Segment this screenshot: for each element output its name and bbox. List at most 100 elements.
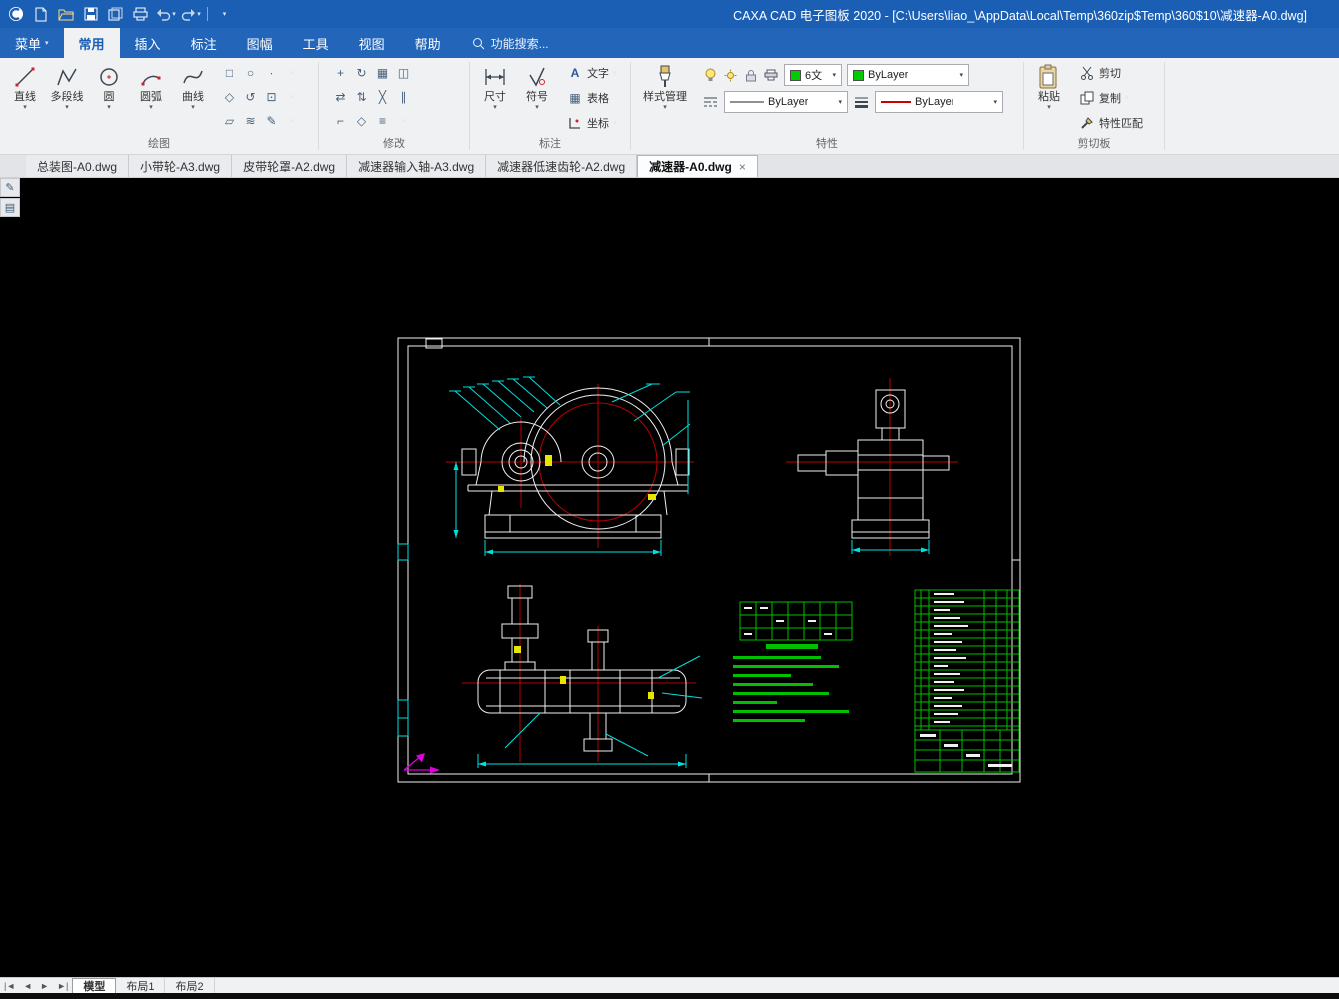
revolve-tool-icon[interactable]: ↺: [241, 87, 261, 107]
linetype-select[interactable]: ByLayer ▾: [724, 91, 848, 113]
match-properties-button[interactable]: 特性匹配: [1074, 111, 1148, 135]
explode-tool-icon[interactable]: ◇: [352, 111, 372, 131]
undo-icon[interactable]: ▾: [154, 4, 177, 25]
polygon-tool-icon[interactable]: ◇: [220, 87, 240, 107]
hatch-tool-icon[interactable]: ≋: [241, 111, 261, 131]
tab-annotate[interactable]: 标注: [176, 28, 232, 58]
ellipse-tool-icon[interactable]: ○: [241, 63, 261, 83]
lineweight-value: ByLayer: [915, 96, 953, 108]
customize-quick-access-icon[interactable]: ▾: [213, 4, 236, 25]
symbol-tool-button[interactable]: 符号 ▾: [517, 61, 557, 112]
region-tool-icon[interactable]: ⊡: [262, 87, 282, 107]
arc-tool-button[interactable]: 圆弧 ▾: [131, 61, 171, 112]
layer-freeze-sun-icon[interactable]: [722, 67, 739, 84]
new-file-icon[interactable]: [29, 4, 52, 25]
front-view: [446, 376, 694, 556]
print-icon[interactable]: [129, 4, 152, 25]
style-manager-button[interactable]: 样式管理 ▾: [636, 61, 694, 112]
circle-tool-button[interactable]: 圆 ▾: [89, 61, 129, 112]
prev-layout-nav-icon[interactable]: ◄: [19, 978, 36, 993]
move-tool-icon[interactable]: +: [331, 63, 351, 83]
linetype-style-icon[interactable]: [702, 94, 719, 111]
copy-button[interactable]: 复制 ▾: [1074, 86, 1148, 110]
rotate-tool-icon[interactable]: ↻: [352, 63, 372, 83]
lineweight-style-icon[interactable]: [853, 94, 870, 111]
scale-tool-icon[interactable]: ⇅: [352, 87, 372, 107]
toolbar-separator: [207, 7, 208, 21]
drawing-canvas[interactable]: ✎ ▤: [0, 178, 1339, 977]
redo-icon[interactable]: ▾: [179, 4, 202, 25]
array-tool-icon[interactable]: ▦: [373, 63, 393, 83]
tab-view[interactable]: 视图: [344, 28, 400, 58]
text-tool-button[interactable]: A 文字 ▾: [562, 61, 622, 85]
tab-insert[interactable]: 插入: [120, 28, 176, 58]
more-draw-tools-icon[interactable]: ▾: [283, 63, 303, 83]
doc-tab-small-pulley[interactable]: 小带轮-A3.dwg: [129, 155, 233, 177]
chevron-down-icon: ▾: [838, 99, 842, 106]
layer-state-icons: [702, 67, 779, 84]
layer-select[interactable]: 6文 ▾: [784, 64, 842, 86]
coordinate-tool-button[interactable]: 坐标 ▾: [562, 111, 622, 135]
save-all-icon[interactable]: [104, 4, 127, 25]
layer-plot-printer-icon[interactable]: [762, 67, 779, 84]
table-tool-button[interactable]: ▦ 表格: [562, 86, 622, 110]
sketch-tool-icon[interactable]: ✎: [262, 111, 282, 131]
trim-tool-icon[interactable]: ╳: [373, 87, 393, 107]
caxa-logo-icon[interactable]: [4, 4, 27, 25]
tab-layout1[interactable]: 布局1: [116, 978, 166, 993]
mirror-tool-icon[interactable]: ◫: [394, 63, 414, 83]
tab-sheet[interactable]: 图幅: [232, 28, 288, 58]
spline-icon: [181, 63, 205, 91]
doc-tab-assembly[interactable]: 总装图-A0.dwg: [26, 155, 130, 177]
tab-help[interactable]: 帮助: [400, 28, 456, 58]
save-icon[interactable]: [79, 4, 102, 25]
first-layout-nav-icon[interactable]: |◄: [0, 978, 19, 993]
polyline-tool-button[interactable]: 多段线 ▾: [47, 61, 87, 112]
doc-tab-input-shaft[interactable]: 减速器输入轴-A3.dwg: [347, 155, 487, 177]
close-tab-icon[interactable]: ×: [739, 160, 746, 174]
cut-button[interactable]: 剪切: [1074, 61, 1148, 85]
app-menu-button[interactable]: 菜单 ▾: [0, 28, 64, 58]
fillet-tool-icon[interactable]: ⌐: [331, 111, 351, 131]
doc-tab-low-speed-gear[interactable]: 减速器低速齿轮-A2.dwg: [486, 155, 638, 177]
layer-on-bulb-icon[interactable]: [702, 67, 719, 84]
next-layout-nav-icon[interactable]: ►: [36, 978, 53, 993]
tab-model[interactable]: 模型: [72, 978, 117, 993]
tab-home-label: 常用: [78, 36, 105, 52]
lineweight-select[interactable]: ByLayer ▾: [875, 91, 1003, 113]
point-tool-icon[interactable]: ∙: [262, 63, 282, 83]
stretch-tool-icon[interactable]: ⇄: [331, 87, 351, 107]
paste-button[interactable]: 粘贴 ▾: [1029, 61, 1069, 112]
line-tool-label: 直线: [14, 91, 36, 103]
doc-tab-label: 小带轮-A3.dwg: [140, 159, 221, 174]
dimension-tool-button[interactable]: 尺寸 ▾: [475, 61, 515, 112]
last-layout-nav-icon[interactable]: ►|: [53, 978, 72, 993]
tab-tools[interactable]: 工具: [288, 28, 344, 58]
tab-layout2[interactable]: 布局2: [165, 978, 215, 993]
dimension-tool-label: 尺寸: [484, 91, 506, 103]
plan-view: [462, 584, 703, 768]
more-modify-tools-icon[interactable]: ▾: [394, 111, 414, 131]
layer-lock-icon[interactable]: [742, 67, 759, 84]
sheet-layers-tool-icon[interactable]: ▤: [0, 198, 20, 217]
rectangle-tool-icon[interactable]: □: [220, 63, 240, 83]
color-select[interactable]: ByLayer ▾: [847, 64, 969, 86]
parallelogram-tool-icon[interactable]: ▱: [220, 111, 240, 131]
tab-home[interactable]: 常用: [63, 28, 120, 58]
doc-tab-belt-cover[interactable]: 皮带轮罩-A2.dwg: [232, 155, 348, 177]
offset-tool-icon[interactable]: ∥: [394, 87, 414, 107]
sheet-edit-tool-icon[interactable]: ✎: [0, 178, 20, 197]
tab-sheet-label: 图幅: [246, 36, 273, 52]
group-separator: [1164, 62, 1165, 150]
open-file-icon[interactable]: [54, 4, 77, 25]
line-tool-button[interactable]: 直线 ▾: [5, 61, 45, 112]
more-draw-tools-icon[interactable]: ▾: [283, 87, 303, 107]
chevron-down-icon: ▾: [172, 10, 176, 18]
more-draw-tools-icon[interactable]: ▾: [283, 111, 303, 131]
doc-tab-reducer-active[interactable]: 减速器-A0.dwg ×: [637, 155, 758, 177]
chevron-down-icon: ▾: [191, 104, 195, 111]
symbol-tool-label: 符号: [526, 91, 548, 103]
function-search[interactable]: 功能搜索...: [472, 28, 549, 58]
erase-tool-icon[interactable]: ≡: [373, 111, 393, 131]
curve-tool-button[interactable]: 曲线 ▾: [173, 61, 213, 112]
